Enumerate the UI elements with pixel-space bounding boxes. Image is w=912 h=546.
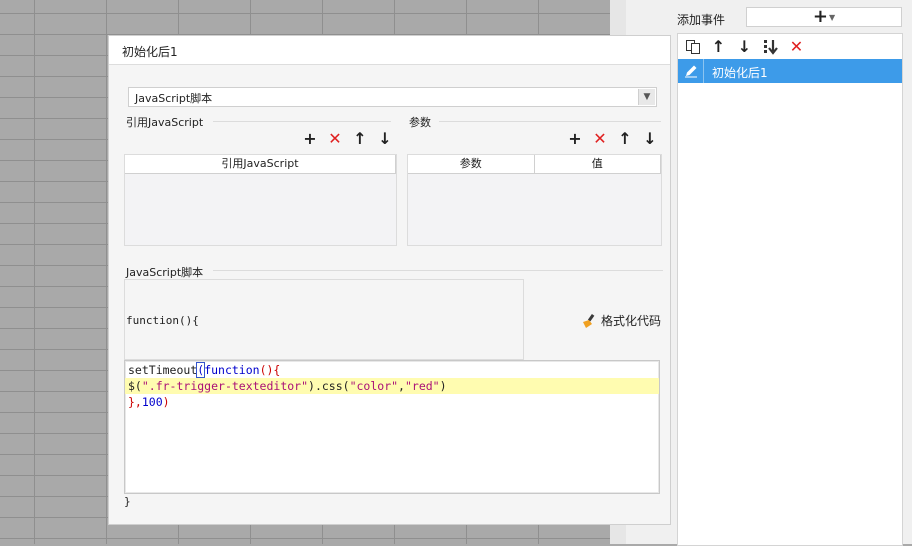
event-list-item[interactable]: 初始化后1 — [678, 59, 902, 83]
code-token: , — [398, 379, 405, 393]
move-up-icon[interactable]: ↑ — [710, 38, 727, 55]
column-header: 参数 — [408, 155, 535, 173]
format-code-label: 格式化代码 — [601, 314, 662, 328]
ref-js-table-header: 引用JavaScript — [125, 155, 396, 174]
ref-js-toolbar: + ✕ ↑ ↓ — [302, 131, 393, 147]
ref-js-section-label: 引用JavaScript — [126, 116, 204, 129]
broom-icon — [581, 313, 597, 329]
code-token: ).css( — [308, 379, 350, 393]
code-token: }, — [128, 395, 142, 409]
function-open-text: function(){ — [126, 314, 199, 327]
add-icon[interactable]: + — [567, 131, 583, 147]
code-token: (){ — [259, 363, 281, 377]
code-token: "red" — [404, 379, 440, 393]
code-token: ) — [439, 379, 447, 393]
js-script-section-label: JavaScript脚本 — [126, 266, 204, 279]
column-header: 引用JavaScript — [125, 155, 396, 173]
code-token: ) — [162, 395, 170, 409]
code-token: 100 — [141, 395, 163, 409]
add-event-label: 添加事件 — [677, 13, 726, 27]
events-panel: 添加事件 + ▼ ↑ ↓ ✕ 初始化后1 — [676, 0, 912, 546]
script-type-value: JavaScript脚本 — [135, 92, 213, 105]
caret-down-icon: ▼ — [828, 12, 836, 22]
code-token: function — [204, 363, 260, 377]
events-panel-header: 添加事件 + ▼ — [676, 6, 912, 30]
divider — [213, 270, 663, 271]
code-token: ".fr-trigger-texteditor" — [141, 379, 309, 393]
move-down-icon[interactable]: ↓ — [642, 131, 658, 147]
divider — [213, 121, 391, 122]
function-header-box: function(){ — [124, 279, 524, 360]
code-token: setTimeout — [128, 363, 198, 377]
move-down-icon[interactable]: ↓ — [377, 131, 393, 147]
move-up-icon[interactable]: ↑ — [352, 131, 368, 147]
add-event-button[interactable]: + ▼ — [746, 7, 902, 27]
delete-icon[interactable]: ✕ — [327, 131, 343, 147]
delete-icon[interactable]: ✕ — [592, 131, 608, 147]
event-list-toolbar: ↑ ↓ ✕ — [684, 38, 805, 55]
params-table[interactable]: 参数 值 — [407, 154, 662, 246]
delete-icon[interactable]: ✕ — [788, 38, 805, 55]
code-token: $( — [128, 379, 142, 393]
dialog-title-bar: 初始化后1 — [109, 36, 670, 65]
event-item-label: 初始化后1 — [712, 66, 768, 80]
event-editor-dialog: 初始化后1 JavaScript脚本 ▼ 引用JavaScript 参数 + ✕… — [108, 35, 671, 525]
divider — [439, 121, 661, 122]
chevron-down-icon[interactable]: ▼ — [638, 89, 655, 105]
sort-icon[interactable] — [762, 38, 779, 55]
params-toolbar: + ✕ ↑ ↓ — [567, 131, 658, 147]
column-header: 值 — [535, 155, 661, 173]
code-token: "color" — [349, 379, 399, 393]
copy-icon[interactable] — [684, 38, 701, 55]
params-section-label: 参数 — [409, 116, 431, 129]
add-icon[interactable]: + — [302, 131, 318, 147]
dialog-title: 初始化后1 — [122, 45, 178, 59]
format-code-button[interactable]: 格式化代码 — [581, 312, 661, 329]
move-up-icon[interactable]: ↑ — [617, 131, 633, 147]
pencil-icon — [678, 59, 704, 83]
params-table-header: 参数 值 — [408, 155, 661, 174]
code-line: setTimeout(function(){ — [128, 362, 280, 378]
move-down-icon[interactable]: ↓ — [736, 38, 753, 55]
ref-js-table[interactable]: 引用JavaScript — [124, 154, 397, 246]
code-line: },100) — [128, 394, 170, 410]
code-editor[interactable]: setTimeout(function(){ $(".fr-trigger-te… — [124, 360, 660, 494]
code-line-highlighted: $(".fr-trigger-texteditor").css("color",… — [125, 378, 659, 394]
plus-icon: + — [812, 6, 828, 27]
function-close-text: } — [124, 495, 131, 508]
event-list: ↑ ↓ ✕ 初始化后1 — [677, 33, 903, 546]
script-type-select[interactable]: JavaScript脚本 ▼ — [128, 87, 657, 107]
